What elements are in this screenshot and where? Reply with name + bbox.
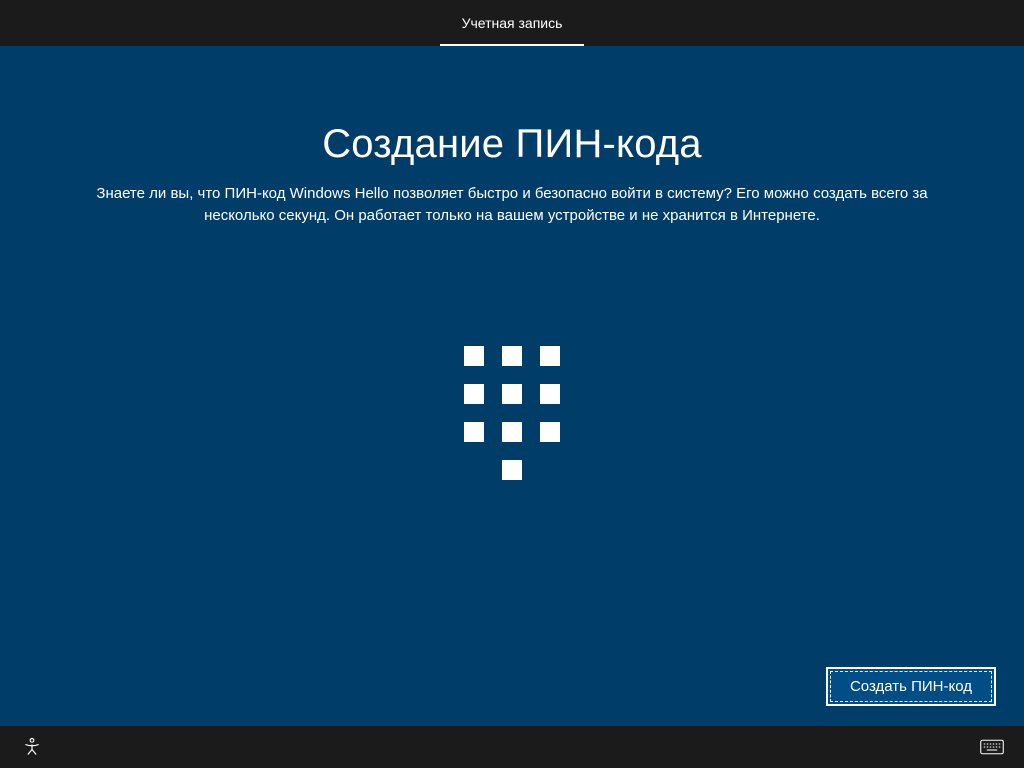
top-tab-bar: Учетная запись: [0, 0, 1024, 46]
ease-of-access-icon[interactable]: [18, 733, 46, 761]
page-title: Создание ПИН-кода: [0, 122, 1024, 167]
keyboard-icon[interactable]: [978, 733, 1006, 761]
pin-pad-icon: [464, 346, 560, 480]
bottom-bar: [0, 726, 1024, 768]
create-pin-button-label: Создать ПИН-код: [850, 678, 972, 695]
page-subtitle: Знаете ли вы, что ПИН-код Windows Hello …: [52, 183, 972, 227]
tab-account[interactable]: Учетная запись: [440, 0, 585, 46]
main-panel: Создание ПИН-кода Знаете ли вы, что ПИН-…: [0, 46, 1024, 726]
create-pin-button[interactable]: Создать ПИН-код: [826, 667, 996, 706]
tab-account-label: Учетная запись: [462, 15, 563, 31]
